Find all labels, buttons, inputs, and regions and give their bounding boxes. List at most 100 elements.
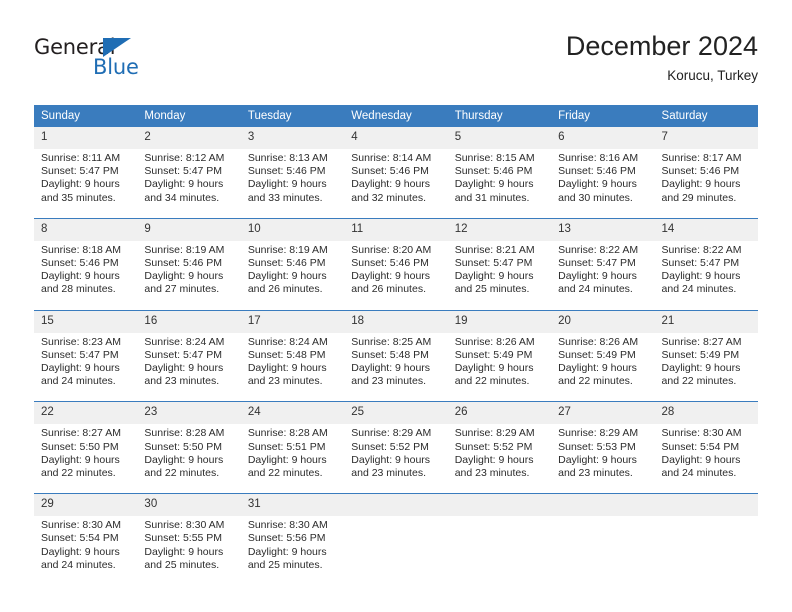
generalblue-logo[interactable]: General Blue (34, 33, 214, 89)
sunset-text: Sunset: 5:54 PM (661, 440, 740, 453)
day-number: 28 (654, 402, 758, 425)
calendar-day-cell[interactable]: 17 Sunrise: 8:24 AM Sunset: 5:48 PM Dayligh… (240, 309, 345, 389)
daylight-text-line2: and 24 minutes. (661, 283, 737, 296)
calendar-day-cell[interactable]: 26 Sunrise: 8:29 AM Sunset: 5:52 PM Dayligh… (447, 401, 552, 481)
calendar-day-cell[interactable]: 31 Sunrise: 8:30 AM Sunset: 5:56 PM Dayligh… (240, 493, 345, 573)
day-cell-inner: 8 Sunrise: 8:18 AM Sunset: 5:46 PM Daylight… (34, 218, 138, 297)
sunrise-text: Sunrise: 8:26 AM (558, 335, 639, 348)
calendar-day-cell[interactable]: 25 Sunrise: 8:29 AM Sunset: 5:52 PM Dayligh… (344, 401, 448, 481)
calendar-week-row: 22 Sunrise: 8:27 AM Sunset: 5:50 PM Dayligh… (34, 401, 758, 481)
daylight-text-line1: Daylight: 9 hours (41, 545, 120, 558)
calendar-day-cell[interactable]: 22 Sunrise: 8:27 AM Sunset: 5:50 PM Dayligh… (34, 401, 138, 481)
day-sun-info: Sunrise: 8:25 AM Sunset: 5:48 PM Daylight:… (344, 333, 447, 389)
calendar-day-cell[interactable]: 13 Sunrise: 8:22 AM Sunset: 5:47 PM Dayligh… (551, 217, 655, 297)
daylight-text-line1: Daylight: 9 hours (247, 362, 327, 375)
sunrise-text: Sunrise: 8:21 AM (454, 243, 535, 256)
day-number: 24 (240, 402, 345, 425)
daylight-text-line1: Daylight: 9 hours (144, 362, 224, 375)
day-cell-inner: 5 Sunrise: 8:15 AM Sunset: 5:46 PM Daylight… (447, 127, 552, 205)
sunrise-text: Sunrise: 8:14 AM (351, 152, 432, 164)
sunset-text: Sunset: 5:46 PM (558, 165, 636, 178)
sunset-text: Sunset: 5:50 PM (144, 440, 223, 453)
sunrise-text: Sunrise: 8:12 AM (144, 152, 225, 164)
sunrise-text: Sunrise: 8:22 AM (661, 243, 742, 256)
calendar-day-cell[interactable]: 4 Sunrise: 8:14 AM Sunset: 5:46 PM Daylight… (344, 125, 448, 205)
calendar-day-cell[interactable]: 27 Sunrise: 8:29 AM Sunset: 5:53 PM Dayligh… (551, 401, 655, 481)
calendar-header-row: Sunday Monday Tuesday Wednesday Thursday… (34, 105, 758, 127)
weekday-header-thursday: Thursday (447, 105, 552, 127)
day-sun-info: Sunrise: 8:17 AM Sunset: 5:46 PM Daylight:… (655, 149, 758, 205)
day-sun-info: Sunrise: 8:22 AM Sunset: 5:47 PM Daylight:… (655, 241, 758, 297)
sunset-text: Sunset: 5:47 PM (454, 257, 533, 270)
day-sun-info: Sunrise: 8:26 AM Sunset: 5:49 PM Daylight:… (551, 333, 654, 389)
day-cell-inner (654, 494, 758, 570)
sunset-text: Sunset: 5:48 PM (351, 348, 429, 361)
calendar-day-cell[interactable]: 6 Sunrise: 8:16 AM Sunset: 5:46 PM Daylight… (551, 125, 655, 205)
day-sun-info: Sunrise: 8:28 AM Sunset: 5:51 PM Daylight:… (241, 424, 344, 480)
day-number: 25 (344, 402, 448, 425)
calendar-day-cell[interactable]: 8 Sunrise: 8:18 AM Sunset: 5:46 PM Daylight… (34, 217, 138, 297)
calendar-day-cell[interactable]: 9 Sunrise: 8:19 AM Sunset: 5:46 PM Daylight… (137, 217, 241, 297)
calendar-day-cell[interactable]: 2 Sunrise: 8:12 AM Sunset: 5:47 PM Daylight… (137, 125, 241, 205)
calendar-empty-cell (344, 493, 448, 573)
calendar-day-cell[interactable]: 18 Sunrise: 8:25 AM Sunset: 5:48 PM Dayligh… (344, 309, 448, 389)
calendar-day-cell[interactable]: 5 Sunrise: 8:15 AM Sunset: 5:46 PM Daylight… (447, 125, 552, 205)
day-cell-inner: 10 Sunrise: 8:19 AM Sunset: 5:46 PM Dayligh… (240, 218, 345, 297)
sunset-text: Sunset: 5:50 PM (41, 440, 119, 453)
day-cell-inner: 29 Sunrise: 8:30 AM Sunset: 5:54 PM Dayligh… (34, 494, 138, 572)
calendar-day-cell[interactable]: 14 Sunrise: 8:22 AM Sunset: 5:47 PM Dayligh… (654, 217, 758, 297)
calendar-day-cell[interactable]: 19 Sunrise: 8:26 AM Sunset: 5:49 PM Dayligh… (447, 309, 552, 389)
week-row-spacer-cell (34, 480, 758, 494)
sunrise-text: Sunrise: 8:27 AM (661, 335, 742, 348)
sunrise-text: Sunrise: 8:29 AM (351, 427, 432, 440)
calendar-day-cell[interactable]: 12 Sunrise: 8:21 AM Sunset: 5:47 PM Dayligh… (447, 217, 552, 297)
calendar-day-cell[interactable]: 16 Sunrise: 8:24 AM Sunset: 5:47 PM Dayligh… (137, 309, 241, 389)
day-number: 29 (34, 494, 138, 517)
calendar-day-cell[interactable]: 30 Sunrise: 8:30 AM Sunset: 5:55 PM Dayligh… (137, 493, 241, 573)
daylight-text-line1: Daylight: 9 hours (247, 270, 327, 283)
day-sun-info: Sunrise: 8:15 AM Sunset: 5:46 PM Daylight:… (448, 149, 551, 205)
sunset-text: Sunset: 5:46 PM (247, 165, 326, 178)
day-cell-inner: 1 Sunrise: 8:11 AM Sunset: 5:47 PM Daylight… (34, 127, 138, 205)
sunrise-text: Sunrise: 8:27 AM (41, 427, 121, 440)
day-sun-info: Sunrise: 8:16 AM Sunset: 5:46 PM Daylight:… (551, 149, 654, 205)
calendar-day-cell[interactable]: 28 Sunrise: 8:30 AM Sunset: 5:54 PM Dayligh… (654, 401, 758, 481)
weekday-header-friday: Friday (551, 105, 655, 127)
sunrise-text: Sunrise: 8:25 AM (351, 335, 432, 348)
day-number: 27 (551, 402, 655, 425)
sunset-text: Sunset: 5:47 PM (558, 257, 636, 270)
calendar-day-cell[interactable]: 29 Sunrise: 8:30 AM Sunset: 5:54 PM Dayligh… (34, 493, 138, 573)
day-number: 31 (240, 494, 345, 517)
daylight-text-line2: and 23 minutes. (454, 467, 530, 480)
page-header: General Blue December 2024 Korucu, Turke… (34, 30, 758, 100)
calendar-day-cell[interactable]: 7 Sunrise: 8:17 AM Sunset: 5:46 PM Daylight… (654, 125, 758, 205)
day-number: 9 (137, 218, 241, 241)
day-number (551, 494, 655, 517)
calendar-week-row: 1 Sunrise: 8:11 AM Sunset: 5:47 PM Daylight… (34, 125, 758, 205)
calendar-day-cell[interactable]: 24 Sunrise: 8:28 AM Sunset: 5:51 PM Dayligh… (240, 401, 345, 481)
calendar-day-cell[interactable]: 21 Sunrise: 8:27 AM Sunset: 5:49 PM Dayligh… (654, 309, 758, 389)
daylight-text-line1: Daylight: 9 hours (661, 362, 741, 375)
day-number (654, 494, 758, 517)
calendar-day-cell[interactable]: 15 Sunrise: 8:23 AM Sunset: 5:47 PM Dayligh… (34, 309, 138, 389)
day-cell-inner (344, 494, 448, 570)
day-sun-info: Sunrise: 8:30 AM Sunset: 5:56 PM Daylight:… (241, 516, 344, 572)
day-sun-info: Sunrise: 8:29 AM Sunset: 5:52 PM Daylight:… (344, 424, 447, 480)
title-block: December 2024 Korucu, Turkey (566, 30, 758, 86)
calendar-day-cell[interactable]: 3 Sunrise: 8:13 AM Sunset: 5:46 PM Daylight… (240, 125, 345, 205)
daylight-text-line2: and 24 minutes. (41, 375, 116, 388)
calendar-day-cell[interactable]: 23 Sunrise: 8:28 AM Sunset: 5:50 PM Dayligh… (137, 401, 241, 481)
logo-text-blue: Blue (93, 55, 139, 79)
calendar-day-cell[interactable]: 20 Sunrise: 8:26 AM Sunset: 5:49 PM Dayligh… (551, 309, 655, 389)
weekday-header-wednesday: Wednesday (344, 105, 448, 127)
sunset-text: Sunset: 5:47 PM (661, 257, 740, 270)
calendar-day-cell[interactable]: 11 Sunrise: 8:20 AM Sunset: 5:46 PM Dayligh… (344, 217, 448, 297)
daylight-text-line1: Daylight: 9 hours (661, 453, 741, 466)
daylight-text-line1: Daylight: 9 hours (351, 270, 431, 283)
day-sun-info: Sunrise: 8:28 AM Sunset: 5:50 PM Daylight:… (137, 424, 240, 480)
calendar-day-cell[interactable]: 10 Sunrise: 8:19 AM Sunset: 5:46 PM Dayligh… (240, 217, 345, 297)
day-cell-inner: 14 Sunrise: 8:22 AM Sunset: 5:47 PM Dayligh… (654, 218, 758, 297)
day-cell-inner: 21 Sunrise: 8:27 AM Sunset: 5:49 PM Dayligh… (654, 310, 758, 389)
day-number: 18 (344, 310, 448, 333)
calendar-day-cell[interactable]: 1 Sunrise: 8:11 AM Sunset: 5:47 PM Daylight… (34, 125, 138, 205)
